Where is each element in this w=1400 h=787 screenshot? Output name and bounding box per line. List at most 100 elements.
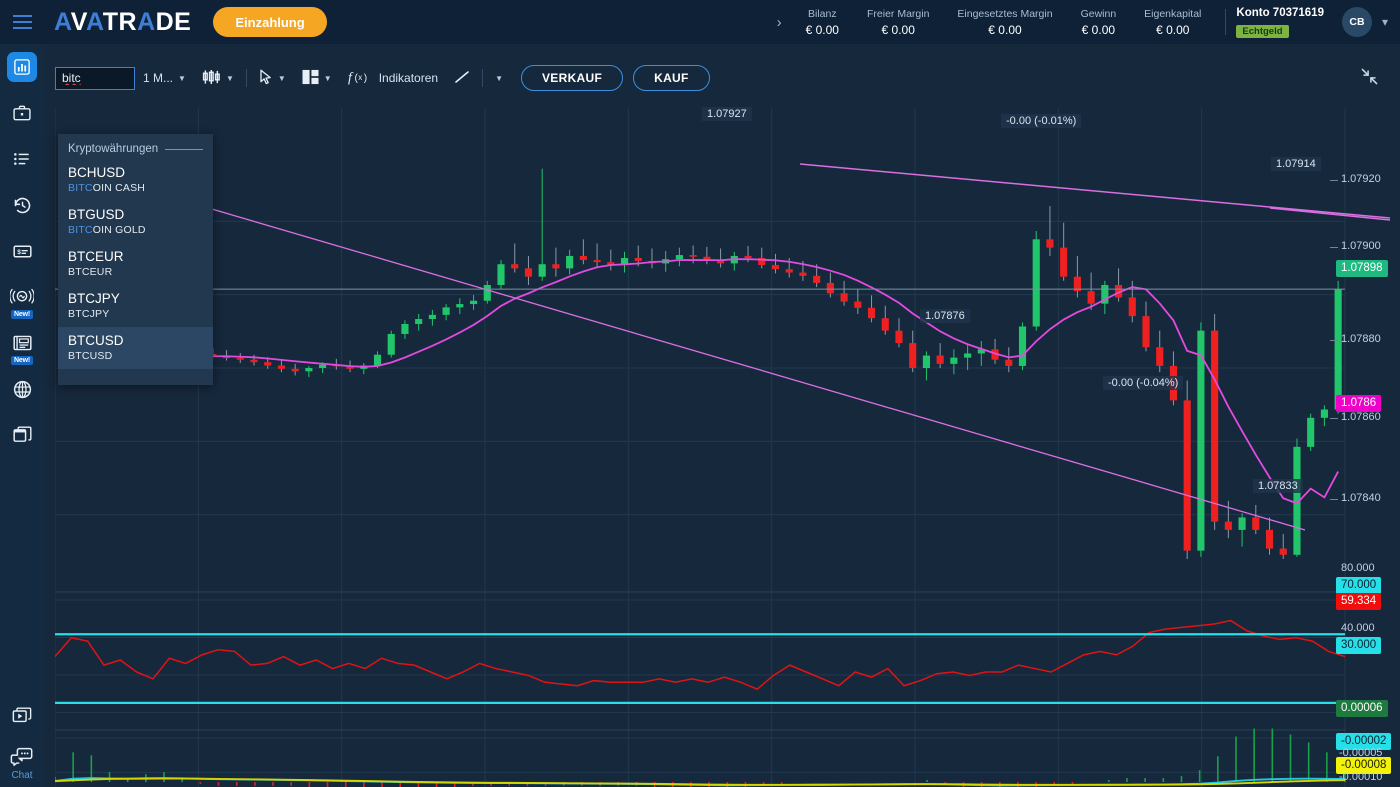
sell-button[interactable]: VERKAUF [521,65,624,91]
sidebar-bottom-group: Chat [0,693,44,781]
dropdown-item-symbol: BTCJPY [68,291,120,306]
timeframe-label: 1 M... [143,71,174,85]
chevron-down-icon: ▼ [495,73,503,83]
dropdown-list: BCHUSD BITCOIN CASH BTGUSD BITCOIN GOLD BTCE… [58,159,213,369]
cursor-tool-selector[interactable]: ▼ [251,65,294,91]
layout-selector[interactable]: ▼ [294,65,340,91]
newspaper-icon [12,333,33,353]
divider [165,148,203,150]
divider [1225,9,1227,35]
function-icon: f(x) [348,69,374,88]
sidebar-item-charts[interactable] [0,44,44,90]
divider [482,69,484,87]
briefcase-icon [12,103,32,123]
chevron-down-icon: ▼ [277,73,286,83]
dropdown-item-description: BITCOIN GOLD [68,224,146,236]
symbol-search-dropdown: Kryptowährungen BCHUSD BITCOIN CASH BTGUSD… [58,134,213,385]
dropdown-item-symbol: BTGUSD [68,207,125,222]
sidebar-item-news[interactable]: New! [0,320,44,366]
buy-button[interactable]: KAUF [633,65,710,91]
axis-tick-mark [1330,247,1338,248]
drawing-tool-button[interactable] [446,65,478,91]
statement-icon: $ [12,241,33,262]
chevron-down-icon: ▼ [225,73,234,83]
dropdown-item-symbol: BTCUSD [68,333,124,348]
left-sidebar: $ New! New! Chat [0,44,44,787]
chart-toolbar: 1 M... ▼ ▼ ▼ ▼ [55,62,1400,94]
account-metrics: Bilanz € 0.00 Freier Margin € 0.00 Einge… [792,7,1216,38]
chart-annotation: -0.00 (-0.01%) [1001,114,1082,128]
dropdown-item-description: BTCEUR [68,266,113,278]
group-label: Kryptowährungen [68,143,159,155]
new-badge: New! [11,310,33,319]
chart-annotation: 1.07876 [920,309,970,323]
chart-annotation: 1.07927 [702,107,752,121]
dropdown-item[interactable]: BCHUSD BITCOIN CASH [58,159,213,201]
sidebar-item-video[interactable] [0,693,44,739]
cursor-arrow-icon [259,69,273,88]
price-axis-tick: 1.07900 [1341,240,1381,252]
sidebar-item-chat[interactable] [0,739,44,773]
dropdown-item-symbol: BTCEUR [68,249,124,264]
symbol-search-input[interactable] [55,66,135,90]
rsi-level-badge: 70.000 [1336,577,1382,594]
chart-type-selector[interactable]: ▼ [194,65,242,91]
layout-grid-icon [302,69,319,88]
collapse-arrows-icon[interactable] [1361,68,1378,90]
sidebar-item-windows[interactable] [0,412,44,458]
account-summary: › Bilanz € 0.00 Freier Margin € 0.00 Ein… [767,0,1400,44]
indicators-label: Indikatoren [378,71,439,85]
dropdown-item[interactable]: BTCUSD BTCUSD [58,327,213,369]
macd-signal-line [54,777,1346,786]
account-info[interactable]: Konto 70371619 Echtgeld [1236,6,1330,39]
dropdown-item[interactable]: BTGUSD BITCOIN GOLD [58,201,213,243]
axis-tick-mark [1330,340,1338,341]
chat-bubble-icon [10,746,34,767]
dropdown-item[interactable]: BTCEUR BTCEUR [58,243,213,285]
rsi-value-badge: 59.334 [1336,593,1382,610]
price-axis-tick: 1.07920 [1341,173,1381,185]
sidebar-item-statements[interactable]: $ [0,228,44,274]
ma-price-badge: 1.0786 [1336,395,1382,412]
sidebar-item-signals[interactable]: New! [0,274,44,320]
dropdown-item-description: BTCJPY [68,308,110,320]
rsi-axis-tick: 80.000 [1341,562,1375,574]
account-number: Konto 70371619 [1236,6,1324,19]
dropdown-item[interactable]: BTCJPY BTCJPY [58,285,213,327]
chart-panes [54,100,1400,787]
chevron-right-icon[interactable]: › [767,14,792,31]
price-axis-tick: 1.07860 [1341,411,1381,423]
list-icon [12,149,32,169]
rsi-axis-tick: 40.000 [1341,622,1375,634]
bar-chart-icon [7,52,37,82]
price-axis-tick: 1.07880 [1341,333,1381,345]
avatar[interactable]: CB [1341,7,1372,37]
chevron-down-icon: ▼ [323,73,332,83]
chart-annotation: -0.00 (-0.04%) [1103,376,1184,390]
chevron-down-icon[interactable]: ▾ [1382,15,1388,29]
dropdown-item-description: BTCUSD [68,350,113,362]
axis-tick-mark [1330,418,1338,419]
history-clock-icon [12,195,33,216]
avatrade-logo: AVATRADE [54,7,192,36]
sidebar-item-portfolio[interactable] [0,90,44,136]
deposit-button[interactable]: Einzahlung [213,7,327,37]
hamburger-icon[interactable] [0,0,44,44]
chevron-down-icon: ▼ [178,73,186,83]
timeframe-selector[interactable]: 1 M... ▼ [135,65,194,91]
svg-text:x: x [358,73,362,82]
chart-canvas[interactable] [54,100,1400,787]
last-price-badge: 1.07898 [1336,260,1388,277]
sidebar-item-history[interactable] [0,182,44,228]
candlestick-icon [202,69,221,88]
indicators-button[interactable]: f(x) Indikatoren [340,65,446,91]
sidebar-item-web[interactable] [0,366,44,412]
rsi-level-badge: 30.000 [1336,637,1382,654]
drawing-tool-dropdown[interactable]: ▼ [487,65,511,91]
rsi-line [54,619,1346,691]
new-badge: New! [11,356,33,365]
sidebar-item-watchlist[interactable] [0,136,44,182]
metric-freier-margin: Freier Margin € 0.00 [866,7,930,37]
svg-text:): ) [363,73,366,84]
dropdown-item-symbol: BCHUSD [68,165,126,180]
